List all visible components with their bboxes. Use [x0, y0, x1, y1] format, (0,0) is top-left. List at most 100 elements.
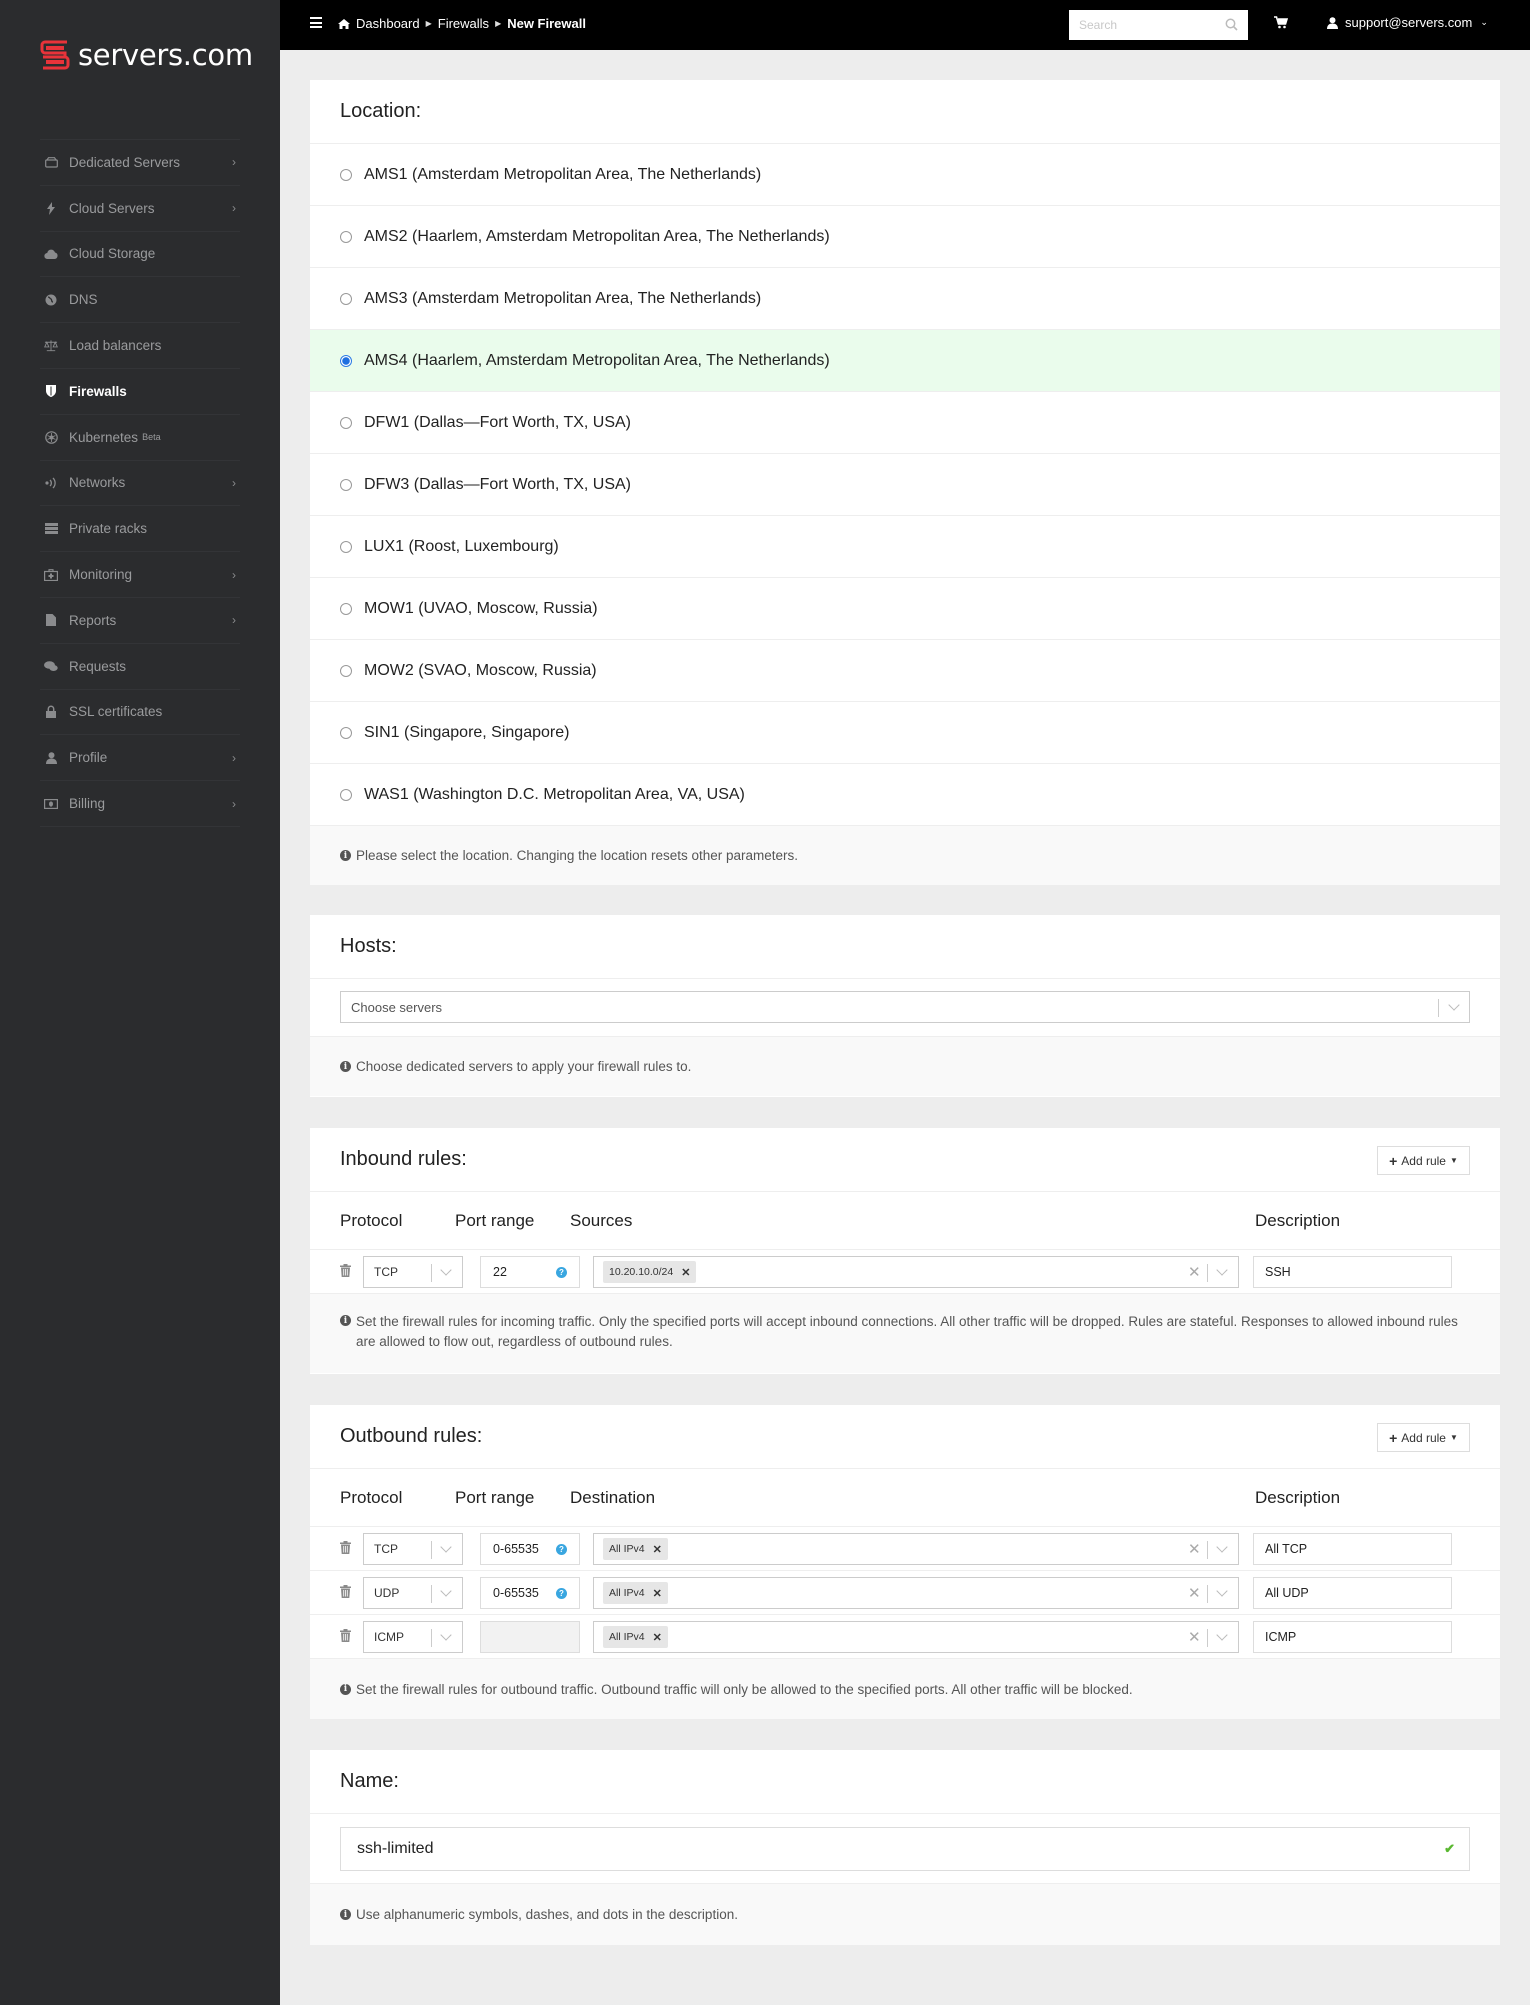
outbound-add-rule-button[interactable]: + Add rule ▼ [1377, 1423, 1470, 1452]
clear-icon[interactable]: ✕ [1188, 1540, 1201, 1558]
sidebar-item-profile[interactable]: Profile › [40, 735, 240, 782]
protocol-select[interactable]: TCP [363, 1533, 463, 1565]
user-menu[interactable]: support@servers.com ⌄ [1327, 15, 1488, 30]
chevron-down-icon[interactable] [1216, 1264, 1228, 1276]
location-option[interactable]: DFW1 (Dallas—Fort Worth, TX, USA) [310, 392, 1500, 454]
sidebar-item-networks[interactable]: Networks › [40, 461, 240, 507]
trash-icon[interactable] [340, 1629, 351, 1642]
port-range-input[interactable]: 22? [480, 1256, 580, 1288]
trash-icon[interactable] [340, 1585, 351, 1598]
radio-button[interactable] [340, 788, 352, 801]
radio-button[interactable] [340, 726, 352, 739]
protocol-select[interactable]: TCP [363, 1256, 463, 1288]
location-label: MOW2 (SVAO, Moscow, Russia) [364, 661, 597, 679]
remove-tag-icon[interactable]: ✕ [653, 1631, 662, 1644]
brand-logo[interactable]: servers.com [40, 38, 253, 72]
chevron-down-icon[interactable] [1216, 1585, 1228, 1597]
port-range-input[interactable]: 0-65535? [480, 1577, 580, 1609]
sidebar-item-dedicated-servers[interactable]: Dedicated Servers › [40, 140, 240, 186]
chevron-down-icon[interactable] [440, 1629, 452, 1641]
port-range-input[interactable]: 0-65535? [480, 1533, 580, 1565]
clear-icon[interactable]: ✕ [1188, 1263, 1201, 1281]
location-option[interactable]: DFW3 (Dallas—Fort Worth, TX, USA) [310, 454, 1500, 516]
sidebar-item-billing[interactable]: Billing › [40, 781, 240, 827]
radio-button[interactable] [340, 168, 352, 181]
breadcrumb-dashboard[interactable]: Dashboard [356, 16, 420, 31]
sidebar-item-requests[interactable]: Requests [40, 644, 240, 690]
chevron-down-icon[interactable] [1448, 999, 1460, 1011]
location-option[interactable]: SIN1 (Singapore, Singapore) [310, 702, 1500, 764]
chevron-down-icon[interactable] [1216, 1541, 1228, 1553]
name-input[interactable]: ssh-limited ✔ [340, 1827, 1470, 1871]
location-option[interactable]: WAS1 (Washington D.C. Metropolitan Area,… [310, 764, 1500, 826]
user-icon [1327, 16, 1338, 29]
select-separator [1207, 1629, 1208, 1647]
radio-button[interactable] [340, 230, 352, 243]
help-icon[interactable]: ? [556, 1588, 567, 1599]
location-label: AMS1 (Amsterdam Metropolitan Area, The N… [364, 165, 762, 183]
location-option[interactable]: MOW1 (UVAO, Moscow, Russia) [310, 578, 1500, 640]
hosts-hint: i Choose dedicated servers to apply your… [310, 1037, 1500, 1096]
location-option[interactable]: MOW2 (SVAO, Moscow, Russia) [310, 640, 1500, 702]
protocol-select[interactable]: ICMP [363, 1621, 463, 1653]
clear-icon[interactable]: ✕ [1188, 1628, 1201, 1646]
location-option[interactable]: AMS4 (Haarlem, Amsterdam Metropolitan Ar… [310, 330, 1500, 392]
col-protocol: Protocol [340, 1211, 403, 1230]
description-input[interactable]: SSH [1253, 1256, 1452, 1288]
breadcrumb-firewalls[interactable]: Firewalls [438, 16, 489, 31]
sidebar-item-ssl-certificates[interactable]: SSL certificates [40, 690, 240, 736]
location-option[interactable]: LUX1 (Roost, Luxembourg) [310, 516, 1500, 578]
chevron-down-icon[interactable] [440, 1541, 452, 1553]
radio-button[interactable] [340, 416, 352, 429]
location-label: SIN1 (Singapore, Singapore) [364, 723, 570, 741]
address-select[interactable]: All IPv4 ✕ ✕ [593, 1621, 1239, 1653]
sidebar-item-dns[interactable]: DNS [40, 277, 240, 324]
trash-icon[interactable] [340, 1264, 351, 1277]
port-range-input[interactable] [480, 1621, 580, 1653]
sidebar-item-reports[interactable]: Reports › [40, 598, 240, 644]
search-icon[interactable] [1225, 18, 1238, 31]
radio-button[interactable] [340, 664, 352, 677]
address-select[interactable]: All IPv4 ✕ ✕ [593, 1533, 1239, 1565]
sidebar-item-load-balancers[interactable]: Load balancers [40, 323, 240, 369]
radio-button[interactable] [340, 540, 352, 553]
remove-tag-icon[interactable]: ✕ [653, 1587, 662, 1600]
location-option[interactable]: AMS2 (Haarlem, Amsterdam Metropolitan Ar… [310, 206, 1500, 268]
clear-icon[interactable]: ✕ [1188, 1584, 1201, 1602]
remove-tag-icon[interactable]: ✕ [653, 1543, 662, 1556]
name-title: Name: [310, 1750, 1500, 1814]
sidebar-item-monitoring[interactable]: Monitoring › [40, 552, 240, 598]
description-input[interactable]: ICMP [1253, 1621, 1452, 1653]
cart-icon[interactable] [1274, 16, 1288, 29]
address-select[interactable]: All IPv4 ✕ ✕ [593, 1577, 1239, 1609]
radio-button[interactable] [340, 602, 352, 615]
help-icon[interactable]: ? [556, 1267, 567, 1278]
description-input[interactable]: All UDP [1253, 1577, 1452, 1609]
home-icon[interactable] [338, 18, 350, 29]
trash-icon[interactable] [340, 1541, 351, 1554]
radio-button[interactable] [340, 292, 352, 305]
sidebar-item-kubernetes[interactable]: Kubernetes Beta [40, 415, 240, 461]
protocol-select[interactable]: UDP [363, 1577, 463, 1609]
location-option[interactable]: AMS1 (Amsterdam Metropolitan Area, The N… [310, 144, 1500, 206]
radio-button[interactable] [340, 354, 352, 367]
chevron-down-icon[interactable] [440, 1264, 452, 1276]
help-icon[interactable]: ? [556, 1544, 567, 1555]
sidebar-item-cloud-storage[interactable]: Cloud Storage [40, 232, 240, 278]
location-option[interactable]: AMS3 (Amsterdam Metropolitan Area, The N… [310, 268, 1500, 330]
sidebar-item-private-racks[interactable]: Private racks [40, 506, 240, 553]
address-select[interactable]: 10.20.10.0/24 ✕ ✕ [593, 1256, 1239, 1288]
chevron-down-icon[interactable] [1216, 1629, 1228, 1641]
globe-icon [44, 293, 58, 307]
hosts-select[interactable]: Choose servers [340, 991, 1470, 1023]
select-separator [431, 1629, 432, 1647]
menu-toggle-icon[interactable] [310, 17, 322, 28]
description-input[interactable]: All TCP [1253, 1533, 1452, 1565]
radio-button[interactable] [340, 478, 352, 491]
remove-tag-icon[interactable]: ✕ [681, 1266, 690, 1279]
search-input[interactable] [1069, 10, 1219, 40]
sidebar-item-cloud-servers[interactable]: Cloud Servers › [40, 186, 240, 232]
inbound-add-rule-button[interactable]: + Add rule ▼ [1377, 1146, 1470, 1175]
sidebar-item-firewalls[interactable]: Firewalls [40, 369, 240, 415]
chevron-down-icon[interactable] [440, 1585, 452, 1597]
